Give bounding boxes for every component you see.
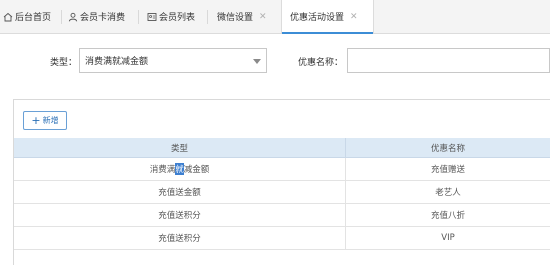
cell-name: 充值赠送 — [345, 158, 550, 180]
column-header-name[interactable]: 优惠名称 — [345, 138, 550, 157]
cell-name: 老艺人 — [345, 181, 550, 203]
tab-label: 会员卡消费 — [80, 13, 126, 23]
type-select-value: 消费满就减金额 — [85, 57, 149, 67]
cell-name: VIP — [345, 227, 550, 249]
table-row[interactable]: 充值送积分 VIP — [14, 227, 550, 250]
plus-icon: + — [31, 114, 41, 127]
user-icon — [68, 12, 78, 21]
table-row[interactable]: 充值送金额 老艺人 — [14, 181, 550, 204]
tab-promotion-settings[interactable]: 优惠活动设置 ✕ — [281, 0, 374, 34]
close-icon[interactable]: ✕ — [259, 12, 267, 22]
column-header-type[interactable]: 类型 — [14, 138, 345, 157]
table-header: 类型 优惠名称 — [14, 138, 550, 158]
tab-label: 会员列表 — [159, 13, 196, 23]
tab-member-list[interactable]: 会员列表 — [147, 0, 195, 33]
tab-member-card-spend[interactable]: 会员卡消费 — [68, 0, 125, 33]
add-button[interactable]: + 新增 — [23, 111, 67, 130]
chevron-down-icon — [253, 59, 261, 64]
tab-bar: 后台首页 会员卡消费 会员列表 微信设置 ✕ 优惠活动设置 ✕ — [0, 0, 550, 34]
tab-wechat-settings[interactable]: 微信设置 ✕ — [217, 0, 267, 33]
home-icon — [3, 12, 13, 21]
tab-home[interactable]: 后台首页 — [3, 0, 51, 33]
tab-separator — [207, 10, 208, 24]
cell-name: 充值八折 — [345, 204, 550, 226]
cell-type: 充值送积分 — [158, 234, 201, 244]
promotion-name-input[interactable] — [347, 48, 550, 73]
cell-type-text: 消费满 — [149, 165, 176, 175]
add-button-label: 新增 — [42, 116, 59, 125]
tab-separator — [138, 10, 139, 24]
tab-label: 优惠活动设置 — [290, 13, 345, 23]
tab-label: 后台首页 — [15, 13, 52, 23]
type-label: 类型： — [50, 58, 78, 68]
close-icon[interactable]: ✕ — [350, 12, 358, 22]
tab-label: 微信设置 — [217, 13, 254, 23]
table-row[interactable]: 消费满就减金额 充值赠送 — [14, 158, 550, 181]
cell-type-text: 减金额 — [183, 165, 210, 175]
id-card-icon — [147, 12, 157, 21]
cell-type: 充值送积分 — [158, 211, 201, 221]
promotion-name-label: 优惠名称： — [298, 58, 344, 68]
type-select[interactable]: 消费满就减金额 — [79, 48, 267, 73]
tab-separator — [61, 10, 62, 24]
cell-type: 充值送金额 — [158, 188, 201, 198]
table-row[interactable]: 充值送积分 充值八折 — [14, 204, 550, 227]
selected-text: 就 — [175, 163, 184, 175]
cell-type: 消费满就减金额 — [14, 158, 345, 180]
promotion-table: 类型 优惠名称 消费满就减金额 充值赠送 充值送金额 老艺人 充值送积分 充值八… — [14, 138, 550, 250]
